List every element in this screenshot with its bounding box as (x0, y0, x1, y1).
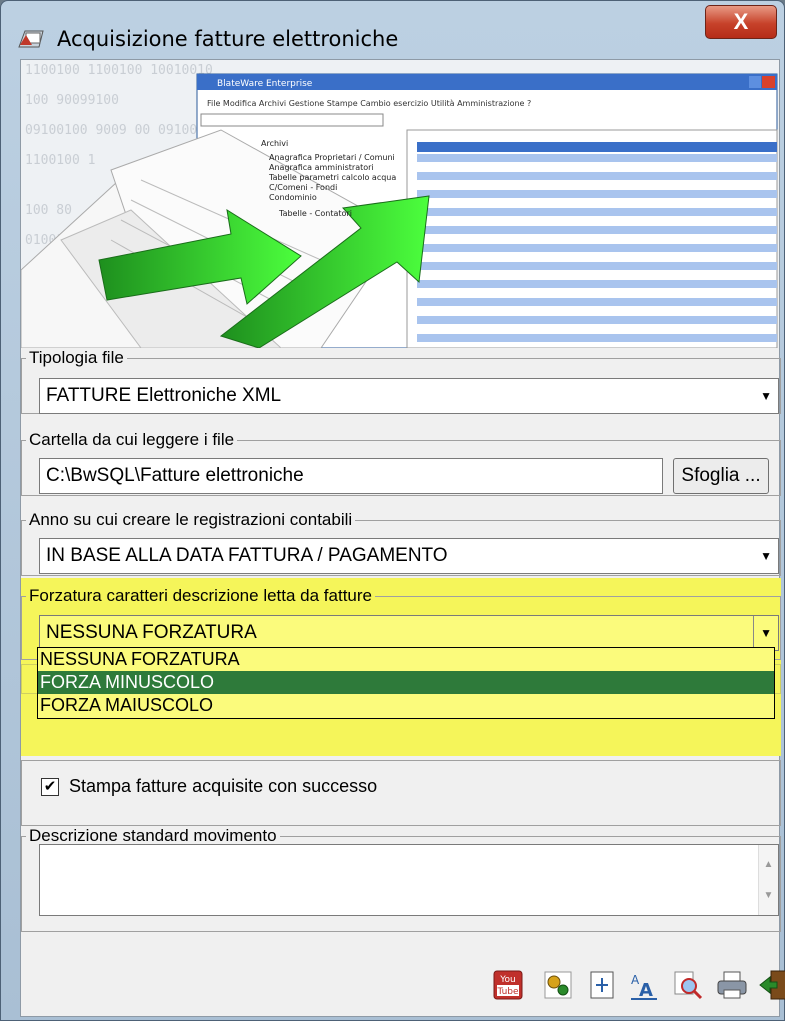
settings-icon[interactable] (541, 968, 575, 1002)
print-icon[interactable] (715, 968, 749, 1002)
forzatura-legend: Forzatura caratteri descrizione letta da… (26, 586, 375, 606)
exit-icon[interactable] (757, 968, 785, 1002)
tipologia-file-select[interactable]: FATTURE Elettroniche XML ▼ (39, 378, 779, 414)
svg-text:100 90099100: 100 90099100 (25, 93, 119, 108)
banner-app-title: BlateWare Enterprise (217, 79, 313, 89)
forzatura-value: NESSUNA FORZATURA (46, 622, 257, 643)
window-title: Acquisizione fatture elettroniche (57, 27, 399, 51)
scrollbar[interactable]: ▲ ▼ (758, 845, 778, 915)
svg-text:Tabelle - Contatori: Tabelle - Contatori (278, 209, 352, 218)
dialog-client-area: 1100100 1100100 10010010 100 90099100 09… (20, 59, 785, 1017)
forzatura-select[interactable]: NESSUNA FORZATURA ▼ (39, 615, 779, 651)
svg-text:Anagrafica Proprietari / Comun: Anagrafica Proprietari / Comuni (269, 153, 395, 162)
browse-button[interactable]: Sfoglia ... (673, 458, 769, 494)
svg-text:File Modifica Archivi Gesti: File Modifica Archivi Gestione Stampe Ca… (207, 99, 531, 108)
search-icon[interactable] (671, 968, 705, 1002)
svg-text:Anagrafica amministratori: Anagrafica amministratori (269, 163, 374, 172)
cartella-legend: Cartella da cui leggere i file (26, 430, 238, 450)
chevron-down-icon[interactable]: ▼ (753, 616, 778, 650)
option-forza-minuscolo[interactable]: FORZA MINUSCOLO (38, 671, 774, 694)
descrizione-legend: Descrizione standard movimento (26, 826, 280, 846)
svg-text:1100100 1: 1100100 1 (25, 153, 95, 168)
tipologia-value: FATTURE Elettroniche XML (46, 385, 282, 406)
svg-text:Archivi: Archivi (261, 139, 288, 148)
anno-select[interactable]: IN BASE ALLA DATA FATTURA / PAGAMENTO ▼ (39, 538, 779, 574)
cartella-path-input[interactable]: C:\BwSQL\Fatture elettroniche (39, 458, 663, 494)
chevron-down-icon[interactable]: ▼ (760, 539, 772, 573)
close-button[interactable]: X (705, 5, 777, 39)
svg-text:09100100 9009 00 091001: 09100100 9009 00 091001 (25, 123, 205, 138)
tipologia-legend: Tipologia file (26, 348, 127, 368)
svg-text:Condominio: Condominio (269, 193, 317, 202)
youtube-icon[interactable]: You Tube (491, 968, 525, 1002)
stampa-checkbox[interactable]: ✔ (41, 778, 59, 796)
option-nessuna-forzatura[interactable]: NESSUNA FORZATURA (38, 648, 774, 671)
title-bar[interactable]: Acquisizione fatture elettroniche X (1, 1, 784, 57)
option-forza-maiuscolo[interactable]: FORZA MAIUSCOLO (38, 694, 774, 717)
anno-value: IN BASE ALLA DATA FATTURA / PAGAMENTO (46, 545, 448, 566)
svg-text:100 80: 100 80 (25, 203, 72, 218)
banner-image: 1100100 1100100 10010010 100 90099100 09… (21, 60, 779, 348)
svg-text:Tube: Tube (496, 987, 519, 997)
stampa-label[interactable]: Stampa fatture acquisite con successo (69, 776, 377, 797)
font-icon[interactable]: A A (627, 968, 661, 1002)
forzatura-dropdown-list: NESSUNA FORZATURA FORZA MINUSCOLO FORZA … (37, 647, 775, 719)
svg-text:1100100 1100100 10010010: 1100100 1100100 10010010 (25, 63, 213, 78)
anno-legend: Anno su cui creare le registrazioni cont… (26, 510, 356, 530)
chevron-down-icon[interactable]: ▼ (760, 379, 772, 413)
cartella-value: C:\BwSQL\Fatture elettroniche (46, 465, 304, 486)
svg-text:You: You (499, 975, 516, 985)
dialog-window: Acquisizione fatture elettroniche X 1100… (0, 0, 785, 1021)
app-icon (17, 25, 47, 49)
svg-text:C/Comeni - Fondi: C/Comeni - Fondi (269, 183, 337, 192)
scroll-up-icon[interactable]: ▲ (759, 859, 778, 870)
select-icon[interactable] (585, 968, 619, 1002)
svg-text:A: A (639, 980, 653, 1001)
descrizione-textarea[interactable]: ▲ ▼ (39, 844, 779, 916)
svg-text:Tabelle parametri calcolo acqu: Tabelle parametri calcolo acqua (268, 173, 396, 182)
scroll-down-icon[interactable]: ▼ (759, 890, 778, 901)
